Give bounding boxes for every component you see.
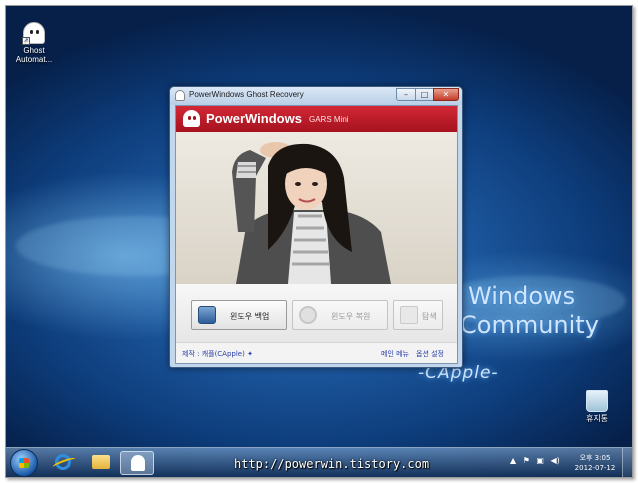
ghost-icon: ↗ [22,22,45,45]
taskbar-explorer-button[interactable] [84,451,118,475]
wallpaper-text-community: Community [460,311,599,339]
restore-icon [299,306,317,324]
wallpaper-text-windows: Windows [468,282,576,310]
internet-explorer-icon [55,454,71,470]
watermark-url: http://powerwin.tistory.com [234,457,430,471]
show-desktop-button[interactable] [622,448,632,477]
credit-link[interactable]: 제작 : 캐플(CApple) ✦ [182,349,253,359]
ghost-logo-icon [183,110,200,127]
desktop-icon-label: 휴지통 [585,414,609,423]
app-name: PowerWindows [206,111,302,126]
window-title: PowerWindows Ghost Recovery [189,90,304,99]
desktop-icon-ghost-automat[interactable]: ↗ Ghost Automat... [8,22,60,64]
explore-button[interactable]: 탐색 [393,300,443,330]
shortcut-arrow-icon: ↗ [22,37,30,45]
main-menu-link[interactable]: 메인 메뉴 [381,349,409,359]
clock-date: 2012-07-12 [574,464,616,472]
backup-button[interactable]: 윈도우 백업 [191,300,287,330]
restore-button-label: 윈도우 복원 [331,312,371,321]
app-edition: GARS Mini [309,115,349,124]
explore-button-label: 탐색 [422,312,437,321]
start-button[interactable] [10,449,38,477]
flag-icon[interactable]: ⚑ [523,456,530,465]
tray-arrow-icon[interactable]: ▲ [510,456,516,465]
maximize-button[interactable]: □ [415,88,434,101]
banner-photo [176,132,457,284]
desktop-icon-label: Ghost Automat... [15,46,53,64]
window-client: PowerWindows GARS Mini 윈도우 백업 윈도우 복원 탐색 … [175,105,458,364]
clock-time: 오후 3:05 [579,454,611,462]
close-button[interactable]: ✕ [433,88,459,101]
folder-icon [92,455,110,469]
explore-icon [400,306,418,324]
banner-photo-art [232,142,391,284]
taskbar-ie-button[interactable] [46,451,80,475]
desktop-icon-recycle-bin[interactable]: 휴지통 [571,390,623,423]
clock[interactable]: 오후 3:05 2012-07-12 [572,453,618,473]
app-header: PowerWindows GARS Mini [176,106,457,132]
taskbar-ghost-button[interactable] [120,451,154,475]
taskbar: http://powerwin.tistory.com ▲ ⚑ ▣ ◀) 오후 … [6,447,632,477]
options-link[interactable]: 옵션 설정 [416,349,444,359]
desktop: ↗ Ghost Automat... 휴지통 Windows Community… [6,6,632,477]
backup-button-label: 윈도우 백업 [230,312,270,321]
backup-icon [198,306,216,324]
action-bar: 윈도우 백업 윈도우 복원 탐색 [176,284,457,342]
network-icon[interactable]: ▣ [536,456,544,465]
window-footer: 제작 : 캐플(CApple) ✦ 메인 메뉴 옵션 설정 [176,342,457,363]
system-tray: ▲ ⚑ ▣ ◀) [510,456,564,465]
app-window: PowerWindows Ghost Recovery – □ ✕ PowerW… [169,86,463,368]
screenshot-frame: ↗ Ghost Automat... 휴지통 Windows Community… [5,5,633,478]
window-titlebar[interactable]: PowerWindows Ghost Recovery – □ ✕ [170,87,462,105]
ghost-icon [131,455,145,471]
app-icon [175,90,185,101]
volume-icon[interactable]: ◀) [551,456,560,465]
minimize-button[interactable]: – [396,88,416,101]
restore-button[interactable]: 윈도우 복원 [292,300,388,330]
recycle-bin-icon [586,390,608,412]
